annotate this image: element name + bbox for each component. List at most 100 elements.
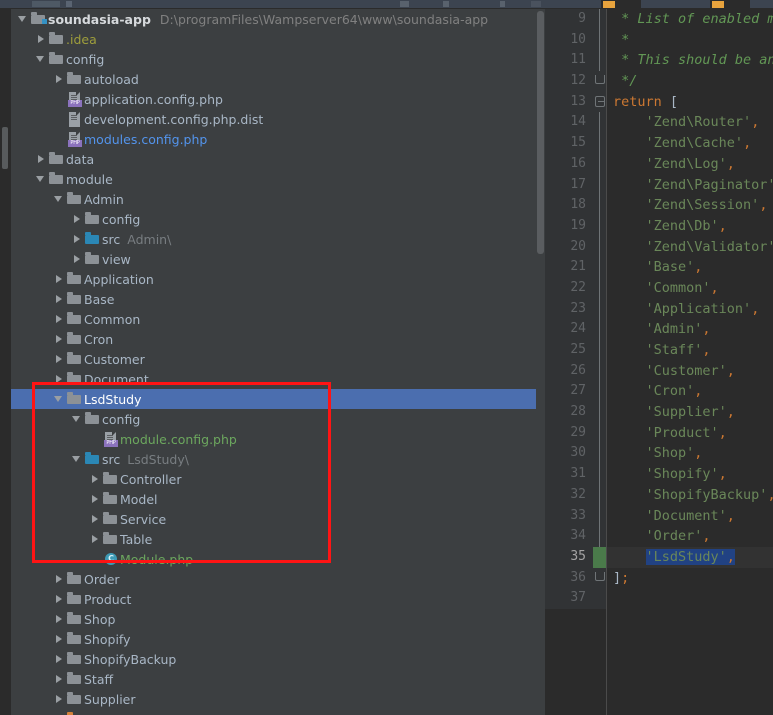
chevron-right-icon[interactable] bbox=[53, 669, 66, 689]
code-text[interactable]: 'Customer', bbox=[607, 361, 773, 382]
code-line[interactable]: 23 'Application', bbox=[545, 298, 773, 320]
code-text[interactable]: 'Cron', bbox=[607, 381, 773, 402]
code-text[interactable]: 'Zend\Paginator', bbox=[607, 175, 773, 196]
tree-row[interactable]: Supplier bbox=[11, 689, 536, 709]
code-editor-panel[interactable]: 9 * List of enabled mo 10 * 11 * This shou… bbox=[545, 9, 773, 715]
code-text[interactable]: 'Order', bbox=[607, 526, 773, 547]
code-line[interactable]: 15 'Zend\Cache', bbox=[545, 133, 773, 154]
tree-row[interactable]: PHP modules.config.php bbox=[11, 129, 536, 149]
code-line[interactable]: 31 'Shopify', bbox=[545, 464, 773, 485]
chevron-down-icon[interactable] bbox=[35, 49, 48, 69]
chevron-down-icon[interactable] bbox=[53, 189, 66, 209]
tree-row[interactable]: Shop bbox=[11, 609, 536, 629]
chevron-right-icon[interactable] bbox=[89, 469, 102, 489]
line-number[interactable]: 12 bbox=[545, 71, 593, 92]
chevron-down-icon[interactable] bbox=[53, 389, 66, 409]
code-text[interactable]: 'Application', bbox=[607, 299, 773, 320]
editor-tab-2[interactable] bbox=[710, 0, 750, 9]
code-line[interactable]: 26 'Customer', bbox=[545, 360, 773, 382]
line-number[interactable]: 28 bbox=[545, 402, 593, 423]
line-number[interactable]: 33 bbox=[545, 505, 593, 527]
chevron-right-icon[interactable] bbox=[53, 709, 66, 715]
line-number[interactable]: 22 bbox=[545, 277, 593, 299]
line-number[interactable]: 19 bbox=[545, 215, 593, 237]
tree-row[interactable]: Application bbox=[11, 269, 536, 289]
chevron-right-icon[interactable] bbox=[53, 309, 66, 329]
code-text[interactable]: * bbox=[607, 30, 773, 51]
code-text[interactable]: 'Zend\Validator', bbox=[607, 237, 773, 258]
line-number[interactable]: 20 bbox=[545, 236, 593, 258]
tree-row[interactable]: Shopify bbox=[11, 629, 536, 649]
tree-row[interactable]: config bbox=[11, 209, 536, 229]
tree-row[interactable]: Product bbox=[11, 589, 536, 609]
chevron-down-icon[interactable] bbox=[71, 449, 84, 469]
code-text[interactable]: 'Zend\Session', bbox=[607, 195, 773, 216]
tree-row[interactable]: Admin bbox=[11, 189, 536, 209]
fold-end-icon[interactable] bbox=[595, 75, 605, 85]
tree-row[interactable]: view bbox=[11, 249, 536, 269]
code-text[interactable]: 'Zend\Router', bbox=[607, 112, 773, 133]
code-text[interactable]: 'Zend\Cache', bbox=[607, 133, 773, 154]
line-number[interactable]: 34 bbox=[545, 526, 593, 547]
code-text[interactable]: ]; bbox=[607, 568, 773, 589]
code-text[interactable]: 'Shop', bbox=[607, 443, 773, 464]
code-line[interactable]: 9 * List of enabled mo bbox=[545, 9, 773, 30]
chevron-right-icon[interactable] bbox=[53, 329, 66, 349]
chevron-down-icon[interactable] bbox=[35, 169, 48, 189]
code-line[interactable]: 10 * bbox=[545, 29, 773, 51]
code-text[interactable]: 'Zend\Log', bbox=[607, 154, 773, 175]
tree-row[interactable]: soundasia-app D:\programFiles\Wampserver6… bbox=[11, 9, 536, 29]
tree-row[interactable]: Common bbox=[11, 309, 536, 329]
tree-row[interactable]: autoload bbox=[11, 69, 536, 89]
tree-row[interactable]: PHP application.config.php bbox=[11, 89, 536, 109]
chevron-right-icon[interactable] bbox=[35, 149, 48, 169]
line-number[interactable]: 37 bbox=[545, 588, 593, 609]
chevron-right-icon[interactable] bbox=[71, 209, 84, 229]
line-number[interactable]: 10 bbox=[545, 29, 593, 51]
fold-end-icon[interactable] bbox=[595, 571, 605, 581]
toolbar-chip-search[interactable] bbox=[500, 1, 505, 7]
chevron-right-icon[interactable] bbox=[89, 529, 102, 549]
toolbar-chip-gear[interactable] bbox=[66, 1, 72, 7]
code-line[interactable]: 12 */ bbox=[545, 71, 773, 92]
code-text[interactable]: 'Product', bbox=[607, 423, 773, 444]
line-number[interactable]: 30 bbox=[545, 443, 593, 465]
code-line[interactable]: 14 'Zend\Router', bbox=[545, 112, 773, 134]
chevron-right-icon[interactable] bbox=[53, 69, 66, 89]
code-line[interactable]: 22 'Common', bbox=[545, 277, 773, 299]
code-text[interactable]: * This should be an bbox=[607, 50, 773, 71]
tree-row[interactable]: Service bbox=[11, 509, 536, 529]
code-line[interactable]: 24 'Admin', bbox=[545, 319, 773, 340]
chevron-down-icon[interactable] bbox=[71, 409, 84, 429]
chevron-down-icon[interactable] bbox=[17, 9, 30, 29]
line-number[interactable]: 24 bbox=[545, 319, 593, 340]
tree-row[interactable]: module bbox=[11, 169, 536, 189]
code-line[interactable]: 27 'Cron', bbox=[545, 381, 773, 403]
editor-tab-1[interactable] bbox=[601, 0, 641, 9]
tree-row[interactable]: Table bbox=[11, 529, 536, 549]
code-text[interactable]: * List of enabled mo bbox=[607, 9, 773, 30]
fold-collapse-icon[interactable] bbox=[595, 96, 605, 108]
tree-row[interactable]: PHP module.config.php bbox=[11, 429, 536, 449]
chevron-right-icon[interactable] bbox=[53, 269, 66, 289]
tree-row[interactable]: Controller bbox=[11, 469, 536, 489]
chevron-right-icon[interactable] bbox=[53, 589, 66, 609]
chevron-right-icon[interactable] bbox=[53, 629, 66, 649]
tree-row[interactable]: development.config.php.dist bbox=[11, 109, 536, 129]
chevron-right-icon[interactable] bbox=[35, 29, 48, 49]
chevron-right-icon[interactable] bbox=[71, 229, 84, 249]
project-tree-scrollbar-thumb[interactable] bbox=[537, 11, 544, 254]
code-line[interactable]: 28 'Supplier', bbox=[545, 402, 773, 423]
code-line[interactable]: 35 'LsdStudy', bbox=[545, 546, 773, 568]
line-number[interactable]: 9 bbox=[545, 9, 593, 30]
code-fold-gutter[interactable] bbox=[593, 91, 607, 113]
code-line[interactable]: 30 'Shop', bbox=[545, 443, 773, 465]
chevron-right-icon[interactable] bbox=[89, 489, 102, 509]
code-line[interactable]: 25 'Staff', bbox=[545, 340, 773, 361]
line-number[interactable]: 23 bbox=[545, 298, 593, 320]
code-fold-gutter[interactable] bbox=[593, 71, 607, 92]
line-number[interactable]: 16 bbox=[545, 153, 593, 175]
code-text[interactable]: 'Common', bbox=[607, 278, 773, 299]
tree-row[interactable]: Customer bbox=[11, 349, 536, 369]
line-number[interactable]: 35 bbox=[545, 546, 593, 568]
